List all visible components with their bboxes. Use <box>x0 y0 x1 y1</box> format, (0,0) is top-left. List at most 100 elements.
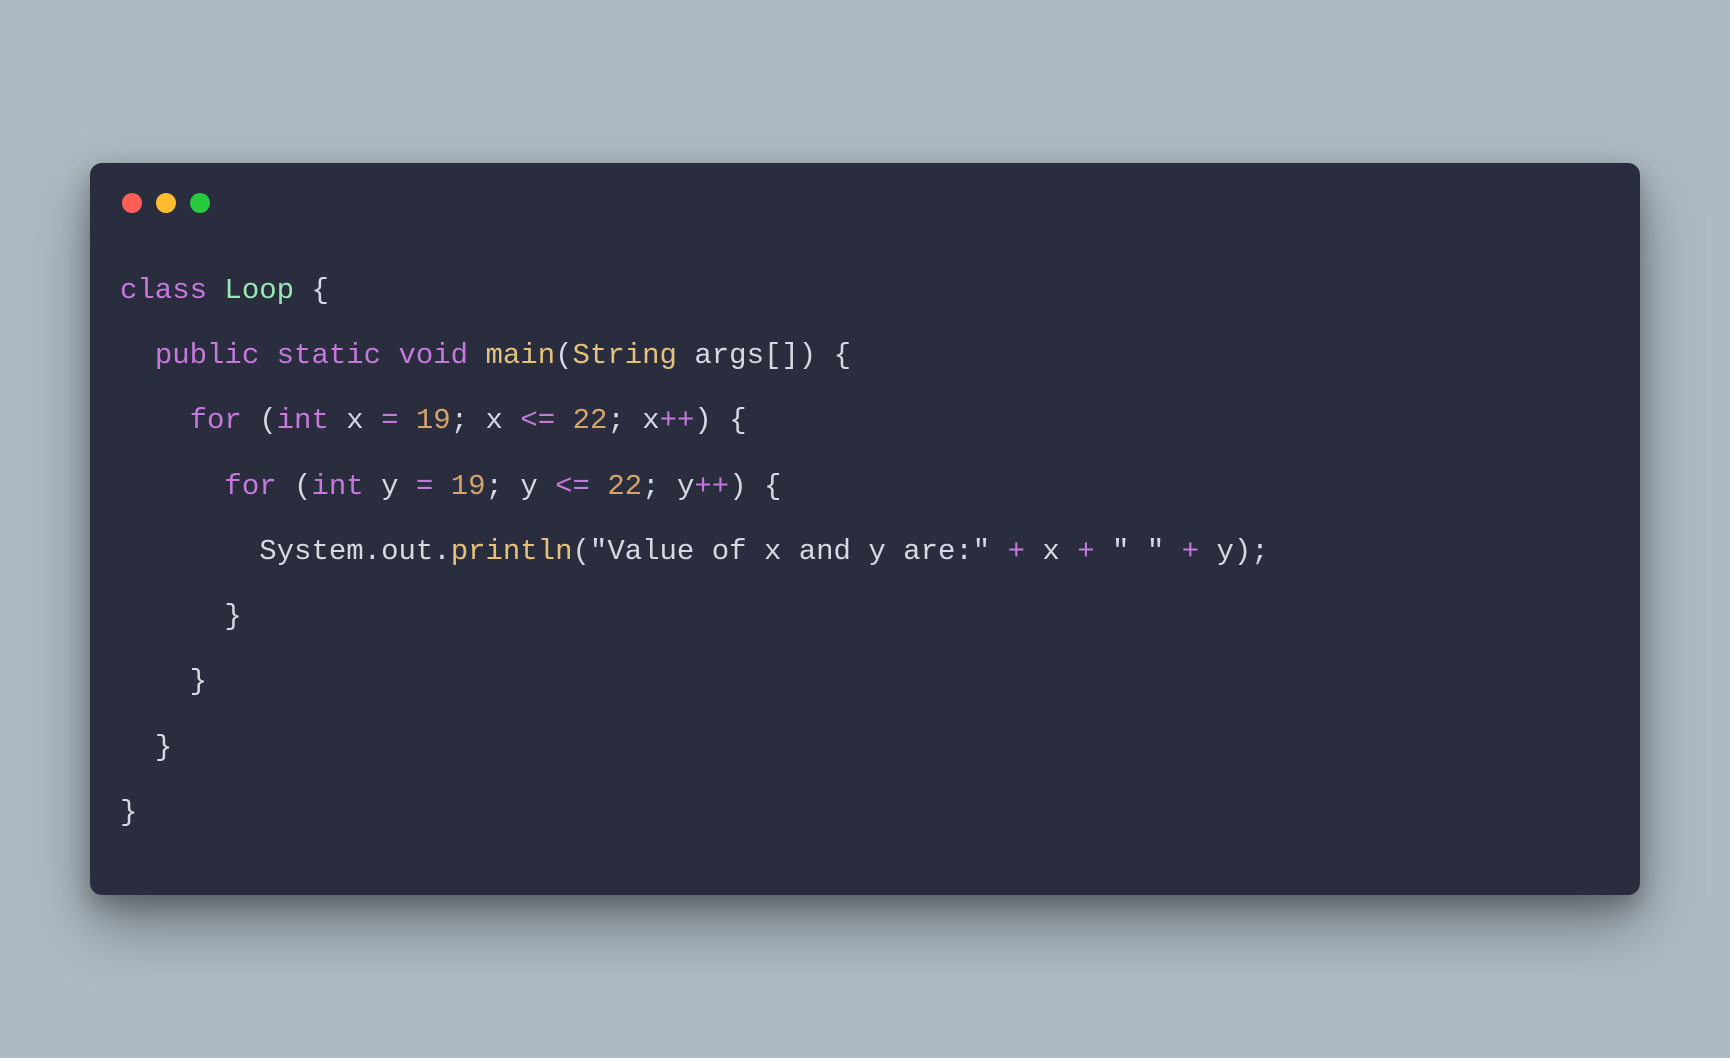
code-token <box>277 470 294 503</box>
code-token: y <box>381 470 398 503</box>
code-token: ++ <box>660 404 695 437</box>
code-token <box>590 470 607 503</box>
code-token: y <box>520 470 537 503</box>
code-token <box>816 339 833 372</box>
code-line: for (int x = 19; x <= 22; x++) { <box>120 404 747 437</box>
code-token: ( <box>555 339 572 372</box>
code-token: ) <box>694 404 711 437</box>
code-token <box>1164 535 1181 568</box>
code-token: out <box>381 535 433 568</box>
code-token <box>364 470 381 503</box>
code-token: "Value of x and y are:" <box>590 535 990 568</box>
code-token: 19 <box>416 404 451 437</box>
code-token: + <box>1008 535 1025 568</box>
code-token: ; <box>642 470 659 503</box>
code-token <box>503 404 520 437</box>
code-token <box>120 339 155 372</box>
code-line: for (int y = 19; y <= 22; y++) { <box>120 470 781 503</box>
code-token: ; <box>486 470 503 503</box>
code-token: System <box>259 535 363 568</box>
code-token: 19 <box>451 470 486 503</box>
code-token: [] <box>764 339 799 372</box>
code-line: class Loop { <box>120 274 329 307</box>
code-token <box>120 535 259 568</box>
code-token: } <box>155 731 172 764</box>
close-icon[interactable] <box>122 193 142 213</box>
code-token <box>1060 535 1077 568</box>
zoom-icon[interactable] <box>190 193 210 213</box>
code-token: <= <box>520 404 555 437</box>
code-token <box>120 665 190 698</box>
code-block: class Loop { public static void main(Str… <box>120 258 1610 845</box>
code-token <box>538 470 555 503</box>
code-line: } <box>120 665 207 698</box>
code-token: { <box>764 470 781 503</box>
code-token: main <box>486 339 556 372</box>
code-token <box>329 404 346 437</box>
code-token: } <box>120 796 137 829</box>
code-token: { <box>311 274 328 307</box>
code-token: } <box>190 665 207 698</box>
code-token <box>120 470 224 503</box>
code-token <box>398 470 415 503</box>
code-window: class Loop { public static void main(Str… <box>90 163 1640 895</box>
code-token: x <box>486 404 503 437</box>
code-token <box>433 470 450 503</box>
code-line: } <box>120 600 242 633</box>
code-token <box>990 535 1007 568</box>
code-token: { <box>834 339 851 372</box>
code-token: 22 <box>607 470 642 503</box>
code-token <box>747 470 764 503</box>
code-line: } <box>120 731 172 764</box>
code-token: + <box>1077 535 1094 568</box>
code-token <box>555 404 572 437</box>
code-token: ) <box>799 339 816 372</box>
code-token: ; <box>1251 535 1268 568</box>
code-token: ; <box>451 404 468 437</box>
code-token <box>120 731 155 764</box>
code-token <box>1199 535 1216 568</box>
code-token <box>712 404 729 437</box>
code-token: println <box>451 535 573 568</box>
code-line: } <box>120 796 137 829</box>
code-token: public <box>155 339 259 372</box>
code-token <box>294 274 311 307</box>
code-token: { <box>729 404 746 437</box>
code-line: public static void main(String args[]) { <box>120 339 851 372</box>
code-token: } <box>224 600 241 633</box>
code-token: ( <box>259 404 276 437</box>
code-token: int <box>277 404 329 437</box>
code-token <box>1025 535 1042 568</box>
code-token <box>468 404 485 437</box>
code-token: void <box>398 339 468 372</box>
window-controls <box>120 193 1610 213</box>
code-token: class <box>120 274 207 307</box>
code-token: for <box>190 404 242 437</box>
code-token <box>399 404 416 437</box>
code-token <box>364 404 381 437</box>
code-token: static <box>277 339 381 372</box>
code-token: 22 <box>573 404 608 437</box>
code-token: int <box>311 470 363 503</box>
code-token <box>677 339 694 372</box>
code-token: ( <box>573 535 590 568</box>
code-token: args <box>694 339 764 372</box>
code-token: ( <box>294 470 311 503</box>
code-token <box>660 470 677 503</box>
code-token: + <box>1182 535 1199 568</box>
code-token: x <box>346 404 363 437</box>
minimize-icon[interactable] <box>156 193 176 213</box>
code-token: ) <box>729 470 746 503</box>
code-token: . <box>364 535 381 568</box>
code-token: x <box>642 404 659 437</box>
code-token <box>207 274 224 307</box>
code-token: ) <box>1234 535 1251 568</box>
code-token: <= <box>555 470 590 503</box>
code-token: = <box>416 470 433 503</box>
code-token: y <box>1216 535 1233 568</box>
code-token <box>120 404 190 437</box>
code-token <box>625 404 642 437</box>
code-token <box>468 339 485 372</box>
code-token: Loop <box>224 274 294 307</box>
code-token: y <box>677 470 694 503</box>
